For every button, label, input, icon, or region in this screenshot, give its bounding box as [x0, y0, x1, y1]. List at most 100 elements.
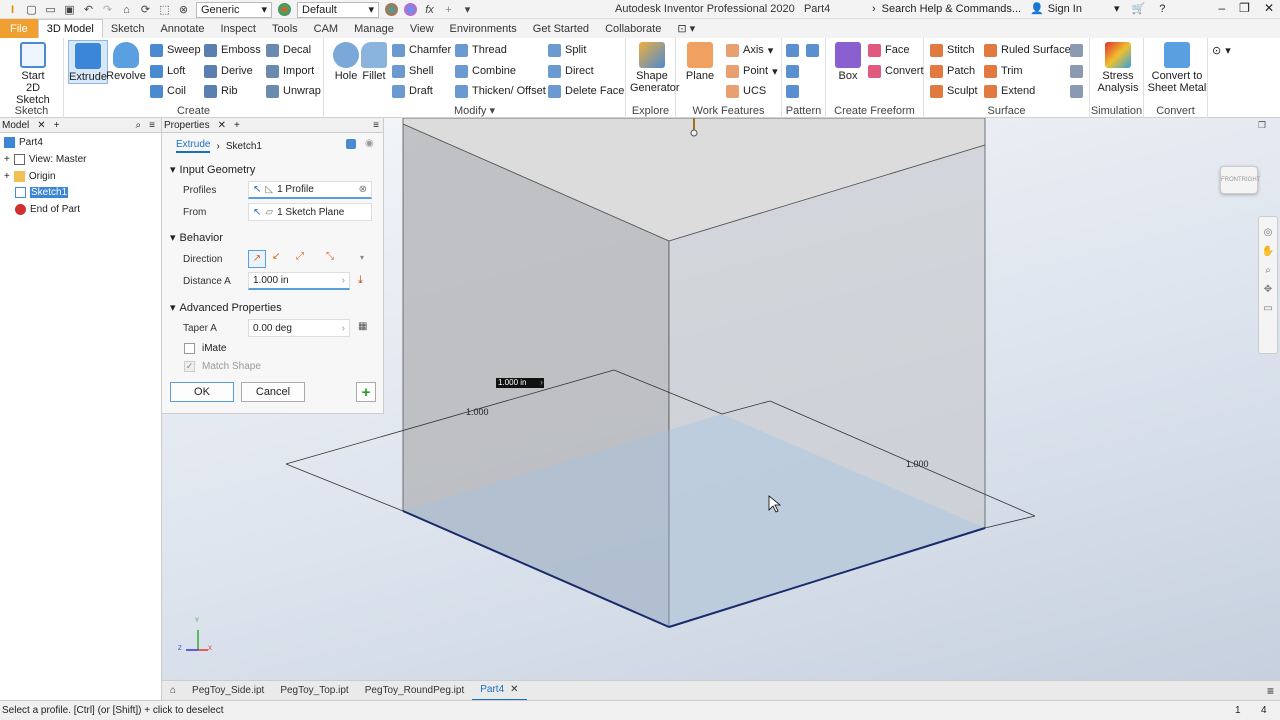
- viewcube[interactable]: FRONT RIGHT: [1216, 158, 1262, 200]
- derive-button[interactable]: Derive: [204, 62, 253, 80]
- shape-generator-button[interactable]: Shape Generator: [630, 40, 680, 94]
- mirror-button[interactable]: [806, 41, 819, 59]
- delete-face-button[interactable]: Delete Face: [548, 82, 624, 100]
- ribbon-addins-button[interactable]: ⊙ ▾: [1212, 41, 1231, 59]
- extrude-button[interactable]: Extrude: [68, 40, 108, 84]
- rib-button[interactable]: Rib: [204, 82, 238, 100]
- point-button[interactable]: Point ▾: [726, 62, 778, 80]
- coil-button[interactable]: Coil: [150, 82, 186, 100]
- thicken-offset-button[interactable]: Thicken/ Offset: [455, 82, 546, 100]
- doc-tab-pegtoy-top[interactable]: PegToy_Top.ipt: [272, 681, 356, 701]
- pan-icon[interactable]: ✋: [1262, 246, 1274, 257]
- add-tab-icon[interactable]: +: [54, 120, 60, 131]
- modify-panel-title[interactable]: Modify ▾: [324, 104, 625, 117]
- distance-edit-box[interactable]: 1.000 in: [496, 378, 544, 388]
- undo-icon[interactable]: ↶: [82, 3, 95, 16]
- sketch-driven-pattern-button[interactable]: [786, 82, 799, 100]
- chevron-right-icon[interactable]: ›: [342, 323, 345, 334]
- inventor-logo-icon[interactable]: I: [6, 3, 19, 16]
- tab-cam[interactable]: CAM: [306, 19, 346, 38]
- fillet-button[interactable]: Fillet: [354, 40, 394, 82]
- combine-button[interactable]: Combine: [455, 62, 516, 80]
- tab-sketch[interactable]: Sketch: [103, 19, 153, 38]
- clear-appearance-icon[interactable]: [404, 3, 417, 16]
- cancel-button[interactable]: Cancel: [241, 382, 305, 402]
- measure-icon[interactable]: ⊗: [177, 3, 190, 16]
- update-icon[interactable]: ⟳: [139, 3, 152, 16]
- section-advanced-properties[interactable]: ▾ Advanced Properties: [170, 301, 282, 315]
- shell-button[interactable]: Shell: [392, 62, 433, 80]
- patch-button[interactable]: Patch: [930, 62, 975, 80]
- steering-wheel-icon[interactable]: ◎: [1264, 227, 1273, 238]
- menu-icon[interactable]: ≡: [373, 120, 379, 131]
- apply-plus-button[interactable]: +: [356, 382, 376, 402]
- appearance-combo[interactable]: Default ▾: [297, 1, 379, 18]
- home-icon[interactable]: ⌂: [120, 3, 133, 16]
- menu-icon[interactable]: ≡: [1267, 684, 1274, 698]
- ok-button[interactable]: OK: [170, 382, 234, 402]
- stitch-button[interactable]: Stitch: [930, 41, 975, 59]
- tab-manage[interactable]: Manage: [346, 19, 402, 38]
- save-icon[interactable]: ▣: [63, 3, 76, 16]
- minimize-icon[interactable]: –: [1218, 1, 1225, 15]
- tab-inspect[interactable]: Inspect: [213, 19, 264, 38]
- revolve-button[interactable]: Revolve: [106, 40, 146, 82]
- fx-parameters-icon[interactable]: fx: [423, 3, 436, 16]
- surface-tool-1-button[interactable]: [1070, 41, 1083, 59]
- orbit-icon[interactable]: ✥: [1264, 284, 1272, 295]
- search-icon[interactable]: ⌕: [136, 120, 142, 131]
- tab-3d-model[interactable]: 3D Model: [37, 19, 103, 38]
- convert-to-sheet-metal-button[interactable]: Convert to Sheet Metal: [1146, 40, 1208, 94]
- zoom-icon[interactable]: ⌕: [1265, 265, 1271, 276]
- close-icon[interactable]: ✕: [1264, 1, 1274, 15]
- stress-analysis-button[interactable]: Stress Analysis: [1096, 40, 1140, 94]
- thread-button[interactable]: Thread: [455, 41, 507, 59]
- section-behavior[interactable]: ▾ Behavior: [170, 231, 223, 245]
- surface-tool-2-button[interactable]: [1070, 62, 1083, 80]
- redo-icon[interactable]: ↷: [101, 3, 114, 16]
- tree-item-part4[interactable]: Part4: [4, 137, 43, 148]
- tab-annotate[interactable]: Annotate: [152, 19, 212, 38]
- extrude-arrow-handle[interactable]: [690, 129, 698, 137]
- sign-in-button[interactable]: 👤 Sign In ▾ 🛒 ?: [1030, 2, 1165, 16]
- taper-options-icon[interactable]: ▦: [358, 321, 367, 332]
- expand-icon[interactable]: +: [4, 171, 10, 182]
- plus-icon[interactable]: +: [442, 3, 455, 16]
- direction-asymmetric-button[interactable]: ⤡: [326, 251, 334, 262]
- loft-button[interactable]: Loft: [150, 62, 185, 80]
- browser-tab-model[interactable]: Model: [2, 120, 29, 131]
- menu-icon[interactable]: ≡: [149, 120, 155, 131]
- style-combo[interactable]: Generic ▾: [196, 1, 272, 18]
- close-icon[interactable]: ✕: [37, 120, 45, 131]
- decal-button[interactable]: Decal: [266, 41, 311, 59]
- tree-item-end-of-part[interactable]: End of Part: [15, 204, 80, 215]
- match-shape-checkbox[interactable]: ✓: [184, 361, 195, 372]
- distance-a-input[interactable]: 1.000 in ›: [248, 272, 350, 290]
- tab-tools[interactable]: Tools: [264, 19, 306, 38]
- taper-a-input[interactable]: 0.00 deg ›: [248, 319, 350, 337]
- open-file-icon[interactable]: ▭: [44, 3, 57, 16]
- ruled-surface-button[interactable]: Ruled Surface: [984, 41, 1071, 59]
- appearance-icon[interactable]: [385, 3, 398, 16]
- surface-tool-3-button[interactable]: [1070, 82, 1083, 100]
- breadcrumb-sketch[interactable]: Sketch1: [226, 141, 262, 152]
- properties-tab[interactable]: Properties: [164, 120, 210, 131]
- preset-icon[interactable]: [346, 139, 356, 149]
- visibility-icon[interactable]: ◉: [365, 138, 374, 149]
- cart-icon[interactable]: 🛒: [1131, 2, 1145, 15]
- tab-file[interactable]: File: [0, 19, 38, 38]
- direction-default-button[interactable]: ↗: [248, 250, 266, 268]
- tree-item-origin[interactable]: + Origin: [4, 171, 56, 182]
- close-icon[interactable]: ✕: [510, 684, 518, 695]
- doc-tab-pegtoy-side[interactable]: PegToy_Side.ipt: [184, 681, 272, 701]
- emboss-button[interactable]: Emboss: [204, 41, 261, 59]
- clear-icon[interactable]: ⊗: [359, 184, 367, 195]
- ribbon-options-icon[interactable]: ⊡ ▾: [669, 19, 703, 38]
- tab-view[interactable]: View: [402, 19, 442, 38]
- chamfer-button[interactable]: Chamfer: [392, 41, 451, 59]
- breadcrumb-feature[interactable]: Extrude: [176, 139, 211, 153]
- rectangular-pattern-button[interactable]: [786, 41, 799, 59]
- section-input-geometry[interactable]: ▾ Input Geometry: [170, 163, 255, 177]
- profiles-selector[interactable]: ↖ ◺ 1 Profile ⊗: [248, 181, 372, 199]
- maximize-viewport-icon[interactable]: ❐: [1258, 120, 1266, 131]
